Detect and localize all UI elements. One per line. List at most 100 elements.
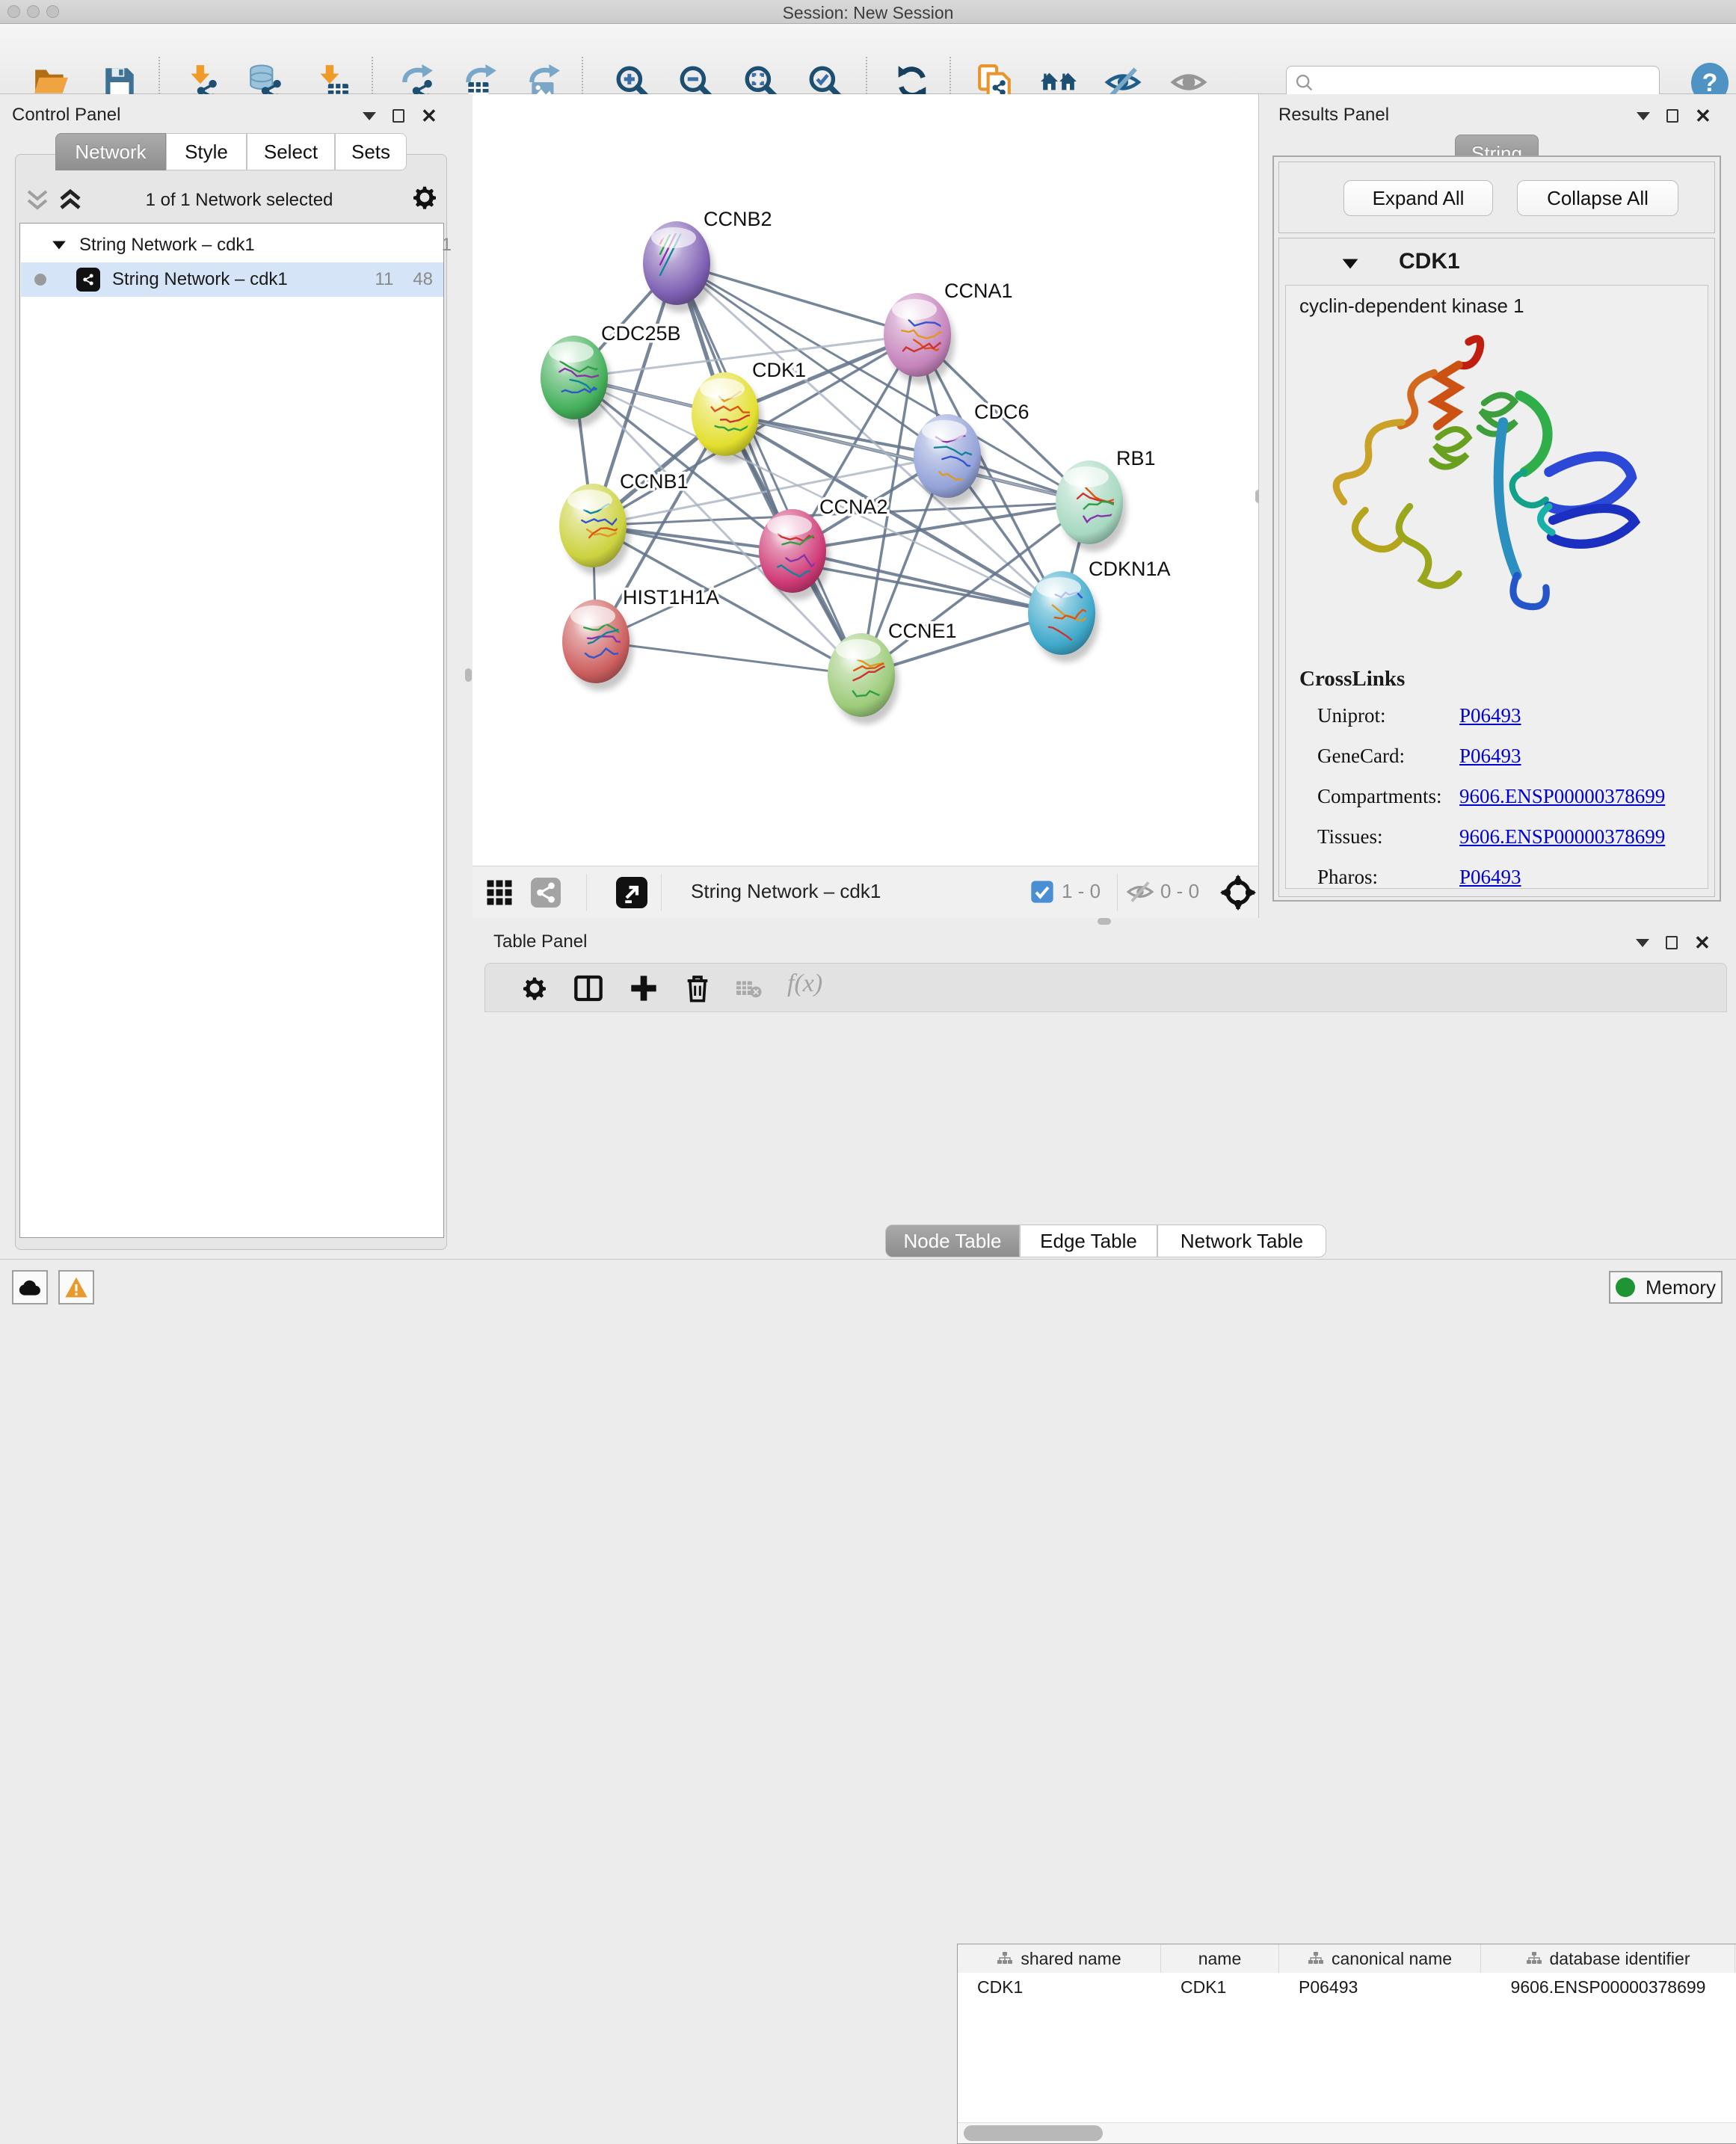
table-tabs: Node TableEdge TableNetwork Table — [885, 1225, 1326, 1257]
collapse-all-icon[interactable] — [22, 187, 52, 212]
crosslink-link[interactable]: 9606.ENSP00000378699 — [1459, 825, 1665, 848]
expand-all-icon[interactable] — [55, 187, 85, 212]
left-splitter-handle[interactable] — [465, 668, 472, 682]
main-toolbar: ? — [0, 24, 1736, 94]
network-canvas[interactable]: CCNB2 CCNA1 CDC25B CDK1 CDC6 RB1 CCNB1 C… — [473, 94, 1259, 866]
selected-counts: 1 - 0 — [1062, 880, 1101, 903]
crosslink-link[interactable]: P06493 — [1459, 704, 1521, 727]
crosslink-label: Uniprot: — [1317, 704, 1459, 727]
table-cell[interactable]: 9606.ENSP00000378699 — [1481, 1973, 1735, 2001]
column-header-canonicalname[interactable]: canonical name — [1279, 1944, 1481, 1973]
network-node-CDC6[interactable]: CDC6 — [914, 401, 1029, 505]
search-input[interactable] — [1315, 73, 1644, 93]
network-node-CDKN1A[interactable]: CDKN1A — [1028, 558, 1171, 662]
memory-button[interactable]: Memory — [1609, 1271, 1723, 1304]
network-node-label: HIST1H1A — [623, 586, 719, 609]
table-panel-float-icon[interactable] — [1666, 936, 1678, 949]
table-panel-menu-icon[interactable] — [1636, 939, 1649, 947]
entry-body: cyclin-dependent kinase 1 — [1285, 285, 1708, 889]
expand-all-button[interactable]: Expand All — [1343, 180, 1493, 216]
control-panel-menu-icon[interactable] — [363, 112, 376, 120]
divider — [661, 874, 662, 911]
hidden-eye-icon[interactable] — [1126, 880, 1154, 904]
birdseye-view-icon[interactable] — [1220, 875, 1256, 911]
network-node-label: CCNE1 — [888, 620, 957, 642]
crosslink-row: Uniprot:P06493 — [1317, 704, 1691, 727]
column-header-databaseidentifier[interactable]: database identifier — [1481, 1944, 1735, 1973]
crosslink-link[interactable]: P06493 — [1459, 745, 1521, 768]
table-cell[interactable]: CDK1 — [958, 1973, 1161, 2001]
entry-description: cyclin-dependent kinase 1 — [1299, 295, 1524, 318]
entry-collapse-icon[interactable] — [1341, 256, 1360, 271]
search-icon — [1294, 73, 1315, 93]
memory-label: Memory — [1646, 1276, 1716, 1299]
table-toolbar: f(x) — [484, 963, 1727, 1012]
show-columns-icon[interactable] — [573, 973, 603, 1003]
open-in-window-icon[interactable] — [616, 877, 647, 908]
table-panel-title: Table Panel — [493, 931, 587, 952]
network-node-RB1[interactable]: RB1 — [1056, 447, 1156, 552]
column-header-sharedname[interactable]: shared name — [958, 1944, 1161, 1973]
node-table[interactable]: shared namenamecanonical namedatabase id… — [957, 1944, 1736, 2144]
delete-column-trash-icon[interactable] — [683, 973, 712, 1003]
tab-network[interactable]: Network — [55, 133, 166, 170]
results-buttons-box: Expand All Collapse All — [1278, 161, 1715, 233]
grid-view-icon[interactable] — [486, 879, 513, 906]
tree-expander-icon[interactable] — [51, 238, 67, 252]
network-edge[interactable] — [792, 551, 1062, 613]
network-node-CDC25B[interactable]: CDC25B — [541, 322, 681, 427]
function-builder-icon: f(x) — [787, 970, 822, 998]
tab-select[interactable]: Select — [247, 133, 335, 170]
network-node-label: CCNB2 — [704, 208, 772, 230]
network-node-label: CDK1 — [752, 359, 806, 381]
crosslink-link[interactable]: P06493 — [1459, 866, 1521, 889]
network-node-label: CDKN1A — [1089, 558, 1171, 580]
table-panel-close-icon[interactable]: ✕ — [1694, 933, 1711, 952]
network-node-CCNA2[interactable]: CCNA2 — [759, 496, 888, 600]
tab-node-table[interactable]: Node Table — [885, 1225, 1020, 1257]
bottom-splitter-handle[interactable] — [1098, 918, 1111, 925]
network-edge[interactable] — [677, 263, 861, 675]
table-settings-gear-icon[interactable] — [520, 973, 550, 1003]
control-panel: Control Panel ✕ NetworkStyleSelectSets 1… — [0, 94, 473, 1259]
window-titlebar: Session: New Session — [0, 0, 1736, 24]
hidden-counts: 0 - 0 — [1160, 880, 1199, 903]
results-panel-menu-icon[interactable] — [1637, 112, 1650, 120]
network-view-title: String Network – cdk1 — [691, 880, 881, 903]
warning-button[interactable] — [58, 1270, 94, 1304]
tab-network-table[interactable]: Network Table — [1157, 1225, 1326, 1257]
cloud-status-button[interactable] — [12, 1270, 48, 1304]
tab-edge-table[interactable]: Edge Table — [1020, 1225, 1157, 1257]
selected-checkbox-icon[interactable] — [1030, 880, 1054, 904]
tab-style[interactable]: Style — [166, 133, 247, 170]
results-panel-float-icon[interactable] — [1666, 109, 1678, 123]
tab-sets[interactable]: Sets — [335, 133, 407, 170]
network-node-label: CDC6 — [974, 401, 1029, 423]
table-hscrollbar-thumb[interactable] — [964, 2125, 1103, 2141]
control-panel-close-icon[interactable]: ✕ — [421, 106, 437, 126]
network-node-label: CDC25B — [601, 322, 681, 345]
collapse-all-button[interactable]: Collapse All — [1517, 180, 1678, 216]
create-column-plus-icon[interactable] — [629, 973, 659, 1003]
network-collection-row[interactable]: String Network – cdk1 1 — [40, 228, 464, 262]
column-header-name[interactable]: name — [1161, 1944, 1279, 1973]
network-options-gear-icon[interactable] — [410, 182, 440, 212]
network-edge[interactable] — [596, 641, 861, 675]
memory-status-dot — [1616, 1278, 1635, 1297]
network-node-CCNA1[interactable]: CCNA1 — [884, 280, 1013, 384]
crosslinks-list: Uniprot:P06493GeneCard:P06493Compartment… — [1317, 704, 1691, 906]
share-view-icon[interactable] — [531, 878, 561, 908]
string-network-graph[interactable]: CCNB2 CCNA1 CDC25B CDK1 CDC6 RB1 CCNB1 C… — [473, 94, 1259, 866]
table-hscrollbar-track[interactable] — [958, 2122, 1736, 2143]
crosslink-link[interactable]: 9606.ENSP00000378699 — [1459, 785, 1665, 808]
crosslink-row: Compartments:9606.ENSP00000378699 — [1317, 785, 1691, 808]
table-cell[interactable]: CDK1 — [1161, 1973, 1279, 2001]
network-node-CCNB2[interactable]: CCNB2 — [643, 202, 772, 312]
network-node-HIST1H1A[interactable]: HIST1H1A — [562, 586, 719, 691]
network-node-CCNE1[interactable]: CCNE1 — [828, 620, 957, 724]
cloud-icon — [17, 1278, 43, 1297]
results-panel-close-icon[interactable]: ✕ — [1695, 106, 1711, 126]
table-cell[interactable]: P06493 — [1279, 1973, 1481, 2001]
control-panel-float-icon[interactable] — [393, 109, 404, 123]
network-row-selected[interactable]: String Network – cdk1 11 48 — [21, 262, 443, 297]
